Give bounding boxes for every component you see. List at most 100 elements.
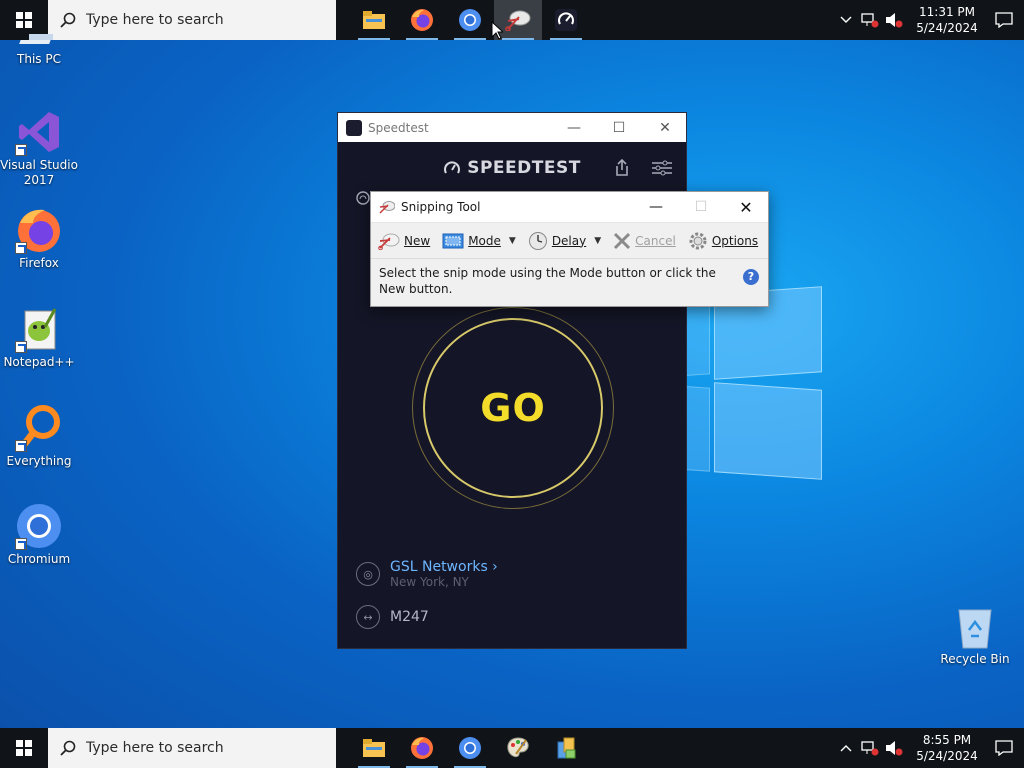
taskbar-firefox[interactable] (398, 728, 446, 768)
host-row[interactable]: ↔ M247 (356, 605, 429, 629)
desktop-icon-label: Recycle Bin (940, 652, 1010, 666)
globe-icon: ◎ (356, 562, 380, 586)
desktop-icon-visual-studio[interactable]: Visual Studio 2017 (0, 108, 78, 188)
notepad-plus-plus-icon (15, 305, 63, 353)
firefox-icon (411, 737, 433, 759)
taskbar-paint[interactable] (494, 728, 542, 768)
speedtest-titlebar[interactable]: Speedtest — ☐ ✕ (338, 113, 686, 142)
tray-chevron-up-icon[interactable] (834, 744, 858, 752)
desktop-icon-label: Everything (6, 454, 72, 468)
options-button[interactable]: Options (684, 228, 762, 254)
cancel-label: Cancel (635, 233, 676, 248)
taskbar-search-box[interactable]: Type here to search (48, 728, 336, 768)
taskbar-file-explorer[interactable] (350, 728, 398, 768)
clock-icon (528, 231, 548, 251)
firefox-icon (15, 206, 63, 254)
mode-dropdown-icon[interactable]: ▼ (509, 236, 516, 246)
speedtest-minimize-button[interactable]: — (551, 113, 597, 142)
search-placeholder: Type here to search (86, 740, 224, 756)
taskbar-clock[interactable]: 11:31 PM 5/24/2024 (910, 4, 984, 36)
chevron-right-icon: › (487, 559, 498, 575)
search-placeholder: Type here to search (86, 12, 224, 28)
delay-button[interactable]: Delay ▼ (524, 228, 605, 254)
desktop-icon-this-pc[interactable]: This PC (0, 28, 78, 67)
snipping-tool-icon (379, 201, 395, 214)
speedtest-maximize-button[interactable]: ☐ (596, 113, 642, 142)
taskbar-file-explorer[interactable] (350, 0, 398, 40)
snip-instructions: Select the snip mode using the Mode butt… (371, 258, 768, 306)
notification-center-icon[interactable] (984, 740, 1024, 756)
delay-dropdown-icon[interactable]: ▼ (594, 236, 601, 246)
desktop-icon-label: Notepad++ (3, 355, 75, 369)
clock-time: 11:31 PM (919, 5, 975, 19)
desktop-icon-notepad-plus-plus[interactable]: Notepad++ (0, 305, 78, 370)
cancel-button: Cancel (609, 228, 680, 254)
speedtest-app-icon (346, 119, 362, 136)
server-icon: ↔ (356, 605, 380, 629)
taskbar-chromium[interactable] (446, 0, 494, 40)
speedtest-window-title: Speedtest (368, 120, 429, 135)
x-icon (613, 232, 631, 250)
isp-name: GSL Networks (390, 559, 488, 575)
taskbar-bottom: Type here to search 8:55 PM 5/24/2024 (0, 728, 1024, 768)
snipping-tool-window: Snipping Tool — ☐ ✕ New Mode ▼ Delay ▼ C… (370, 191, 769, 307)
taskbar-chromium[interactable] (446, 728, 494, 768)
taskbar-firefox[interactable] (398, 0, 446, 40)
desktop-icon-firefox[interactable]: Firefox (0, 206, 78, 271)
system-tray: 11:31 PM 5/24/2024 (834, 0, 1024, 40)
taskbar-speedtest[interactable] (542, 0, 590, 40)
go-button[interactable]: GO (423, 318, 603, 498)
taskbar-kiosk-app[interactable] (542, 728, 590, 768)
chromium-icon (15, 502, 63, 550)
paint-palette-icon (507, 737, 529, 758)
go-label: GO (480, 386, 546, 430)
computer-icon (15, 28, 63, 50)
isp-row[interactable]: ◎ GSL Networks › New York, NY (356, 559, 498, 589)
rectangle-snip-icon (442, 233, 464, 249)
speedtest-logo-text: SPEEDTEST (467, 158, 581, 178)
mode-button[interactable]: Mode ▼ (438, 228, 520, 254)
desktop-icon-label: This PC (17, 52, 61, 66)
taskbar-clock[interactable]: 8:55 PM 5/24/2024 (910, 732, 984, 764)
snipping-tool-titlebar[interactable]: Snipping Tool — ☐ ✕ (371, 192, 768, 222)
taskbar-search-box[interactable]: Type here to search (48, 0, 336, 40)
search-icon (60, 740, 76, 756)
tray-chevron-up-icon[interactable] (834, 16, 858, 24)
everything-search-icon (15, 404, 63, 452)
gear-icon (688, 231, 708, 251)
host-name: M247 (390, 609, 429, 625)
speedtest-close-button[interactable]: ✕ (642, 113, 688, 142)
desktop-icon-chromium[interactable]: Chromium (0, 502, 78, 567)
snip-close-button[interactable]: ✕ (723, 192, 769, 222)
network-icon[interactable] (858, 740, 882, 756)
windows-icon (16, 740, 32, 756)
volume-icon[interactable] (882, 12, 906, 28)
desktop-icon-recycle-bin[interactable]: Recycle Bin (936, 602, 1014, 667)
share-icon[interactable] (614, 159, 630, 177)
recycle-bin-icon (951, 602, 999, 650)
firefox-icon (411, 9, 433, 31)
speedtest-logo-icon (444, 161, 461, 174)
help-icon[interactable]: ? (743, 269, 759, 285)
search-icon (60, 12, 76, 28)
settings-sliders-icon[interactable] (652, 160, 672, 176)
network-icon[interactable] (858, 12, 882, 28)
folder-icon (363, 739, 385, 757)
notification-center-icon[interactable] (984, 12, 1024, 28)
new-snip-button[interactable]: New (374, 228, 434, 254)
desktop-icon-label: Visual Studio 2017 (0, 158, 78, 187)
windows-icon (16, 12, 32, 28)
speedtest-results-icon[interactable] (356, 191, 370, 205)
clock-date: 5/24/2024 (916, 21, 978, 35)
delay-label: Delay (551, 233, 587, 248)
scissors-icon (378, 232, 400, 250)
snipping-tool-title: Snipping Tool (401, 200, 481, 214)
start-button[interactable] (0, 728, 48, 768)
volume-icon[interactable] (882, 740, 906, 756)
clock-time: 8:55 PM (922, 733, 972, 747)
desktop-icon-everything[interactable]: Everything (0, 404, 78, 469)
clock-date: 5/24/2024 (916, 749, 978, 763)
mouse-pointer-icon (491, 21, 503, 40)
folder-icon (363, 11, 385, 29)
snip-minimize-button[interactable]: — (633, 192, 679, 222)
